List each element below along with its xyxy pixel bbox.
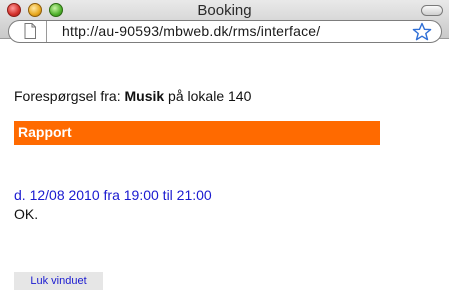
report-header-bar: Rapport (14, 121, 380, 145)
address-bar-divider (46, 21, 47, 42)
star-icon[interactable] (412, 22, 432, 42)
window-title: Booking (197, 2, 252, 19)
url-text[interactable]: http://au-90593/mbweb.dk/rms/interface/ (62, 23, 320, 39)
booking-date-line: d. 12/08 2010 fra 19:00 til 21:00 (14, 187, 212, 203)
toolbar-toggle-button[interactable] (421, 5, 443, 16)
close-window-button[interactable]: Luk vinduet (14, 272, 103, 290)
status-text: OK. (14, 206, 39, 222)
request-name: Musik (124, 88, 165, 104)
request-suffix: på lokale 140 (164, 88, 252, 104)
request-line: Forespørgsel fra: Musik på lokale 140 (14, 88, 251, 104)
browser-window: Booking http://au-90593/mbweb.dk/rms/int… (0, 0, 449, 291)
page-icon (24, 23, 36, 39)
report-title: Rapport (18, 124, 72, 140)
request-prefix: Forespørgsel fra: (14, 88, 125, 104)
